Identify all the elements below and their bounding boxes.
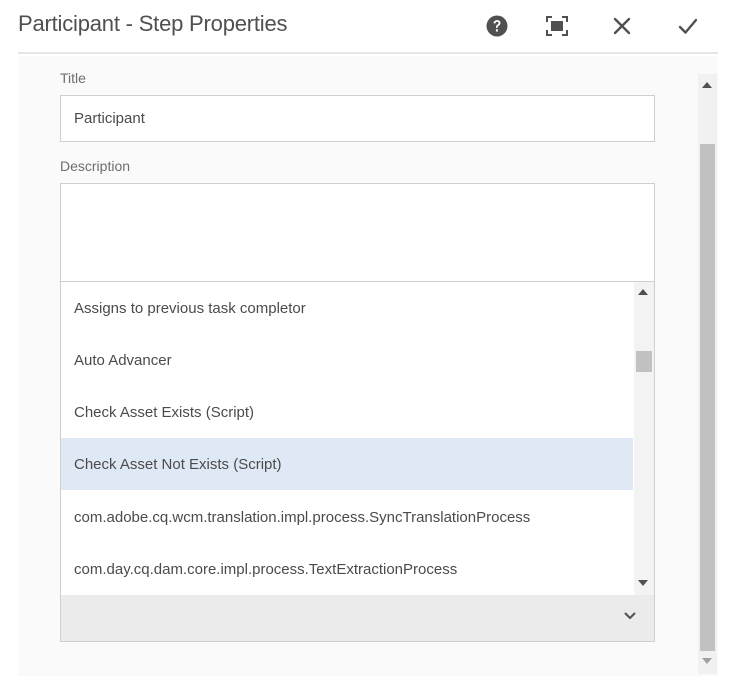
close-icon bbox=[613, 17, 631, 35]
title-input[interactable] bbox=[60, 95, 655, 142]
scroll-down-arrow-icon[interactable] bbox=[702, 658, 712, 664]
dropdown-option[interactable]: Check Asset Exists (Script) bbox=[61, 386, 633, 438]
dropdown-option-selected[interactable]: Check Asset Not Exists (Script) bbox=[61, 438, 633, 490]
dropdown-option[interactable]: com.adobe.cq.wcm.translation.impl.proces… bbox=[61, 491, 633, 543]
title-label: Title bbox=[60, 70, 86, 86]
dialog-body: Title Description Assigns to previous ta… bbox=[18, 56, 718, 676]
dialog-title: Participant - Step Properties bbox=[18, 11, 288, 36]
option-list-scroll-thumb[interactable] bbox=[636, 351, 652, 372]
help-button[interactable] bbox=[482, 11, 512, 41]
chevron-down-icon bbox=[624, 612, 636, 619]
dialog-scrollbar[interactable] bbox=[698, 74, 717, 674]
close-button[interactable] bbox=[607, 11, 637, 41]
checkmark-icon bbox=[678, 18, 698, 34]
process-select-button[interactable] bbox=[60, 595, 655, 642]
dropdown-option[interactable]: Auto Advancer bbox=[61, 334, 633, 386]
dropdown-option[interactable]: Assigns to previous task completor bbox=[61, 282, 633, 334]
description-textarea[interactable] bbox=[60, 183, 655, 283]
fullscreen-icon bbox=[546, 16, 568, 36]
dialog-scroll-thumb[interactable] bbox=[700, 144, 715, 651]
scroll-up-arrow-icon[interactable] bbox=[638, 289, 648, 295]
scroll-up-arrow-icon[interactable] bbox=[702, 82, 712, 88]
scroll-down-arrow-icon[interactable] bbox=[638, 580, 648, 586]
dropdown-option-list[interactable]: Assigns to previous task completor Auto … bbox=[60, 281, 655, 596]
description-label: Description bbox=[60, 158, 131, 174]
done-button[interactable] bbox=[673, 11, 703, 41]
help-circle-icon bbox=[486, 15, 508, 37]
dialog-header: Participant - Step Properties bbox=[18, 0, 718, 54]
fullscreen-button[interactable] bbox=[542, 11, 572, 41]
option-list-scrollbar[interactable] bbox=[634, 282, 654, 595]
dropdown-option[interactable]: com.day.cq.dam.core.impl.process.TextExt… bbox=[61, 543, 633, 595]
